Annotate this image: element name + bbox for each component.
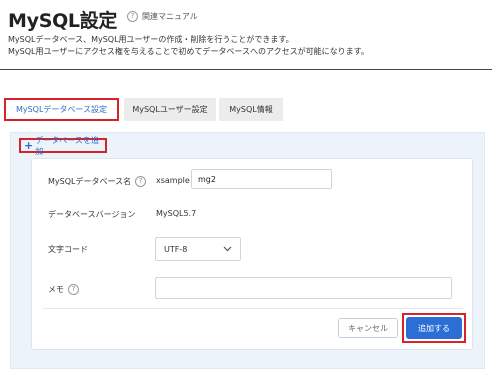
manual-link-label: 関連マニュアル xyxy=(142,12,198,21)
charset-label: 文字コード xyxy=(48,245,88,254)
database-name-label-text: MySQLデータベース名 xyxy=(48,177,132,186)
description-line: MySQLデータベース、MySQL用ユーザーの作成・削除を行うことができます。 xyxy=(8,35,294,44)
tab-mysql-info[interactable]: MySQL情報 xyxy=(219,98,283,121)
tab-mysql-user-settings[interactable]: MySQLユーザー設定 xyxy=(124,98,216,121)
add-database-label: データベースを追加 xyxy=(35,135,99,156)
add-button[interactable]: 追加する xyxy=(406,317,462,339)
form-divider xyxy=(43,308,463,309)
database-version-label: データベースバージョン xyxy=(48,210,136,219)
memo-input[interactable] xyxy=(155,277,452,299)
manual-link[interactable]: ? 関連マニュアル xyxy=(127,11,198,22)
memo-label-text: メモ xyxy=(48,285,64,294)
database-name-label: MySQLデータベース名 ? xyxy=(48,176,147,187)
charset-selected-value: UTF-8 xyxy=(164,244,188,254)
cancel-button[interactable]: キャンセル xyxy=(338,318,398,338)
page-title: MySQL設定 xyxy=(8,10,118,32)
description-line: MySQL用ユーザーにアクセス権を与えることで初めてデータベースへのアクセスが可… xyxy=(8,47,369,56)
header-divider xyxy=(0,69,492,70)
help-icon: ? xyxy=(127,11,138,22)
page-description: MySQLデータベース、MySQL用ユーザーの作成・削除を行うことができます。 … xyxy=(8,34,369,58)
help-icon[interactable]: ? xyxy=(135,176,147,187)
memo-label: メモ ? xyxy=(48,284,79,295)
chevron-down-icon xyxy=(223,246,232,252)
add-database-link[interactable]: + データベースを追加 xyxy=(19,136,107,156)
charset-select[interactable]: UTF-8 xyxy=(155,237,241,261)
database-name-input[interactable] xyxy=(191,169,332,189)
database-version-value: MySQL5.7 xyxy=(156,209,197,218)
help-icon[interactable]: ? xyxy=(68,284,79,295)
plus-icon: + xyxy=(24,138,34,152)
database-name-prefix: xsample xyxy=(156,176,190,185)
tab-mysql-database-settings[interactable]: MySQLデータベース設定 xyxy=(4,98,119,121)
